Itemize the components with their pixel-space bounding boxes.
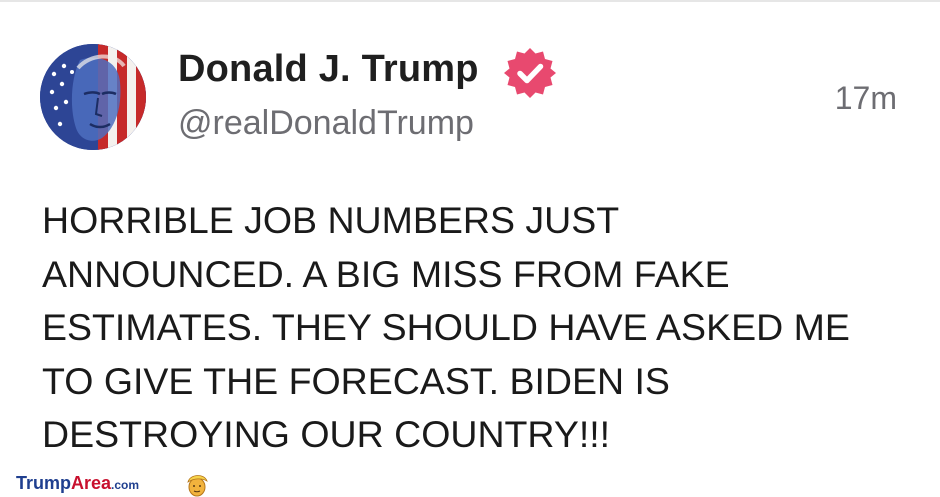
post-text-line: DESTROYING OUR COUNTRY!!! [42, 413, 611, 455]
post-text: HORRIBLE JOB NUMBERS JUST ANNOUNCED. A B… [42, 194, 922, 462]
watermark-face-icon [184, 473, 210, 497]
verified-badge-icon [503, 46, 557, 100]
post-timestamp[interactable]: 17m [835, 80, 897, 117]
post-text-line: ANNOUNCED. A BIG MISS FROM FAKE [42, 252, 730, 295]
post-text-line: HORRIBLE JOB NUMBERS JUST [42, 199, 620, 241]
watermark-com: .com [111, 478, 140, 492]
display-name[interactable]: Donald J. Trump [178, 48, 479, 91]
top-divider [0, 0, 940, 2]
post-text-line: TO GIVE THE FORECAST. BIDEN IS [42, 359, 670, 402]
avatar-image [40, 44, 146, 150]
watermark-trump: Trump [16, 473, 72, 493]
profile-avatar[interactable] [40, 44, 146, 150]
user-handle[interactable]: @realDonaldTrump [178, 104, 474, 143]
site-watermark: TrumpArea.com [16, 473, 139, 497]
watermark-area: Area [71, 473, 112, 493]
post-text-line: ESTIMATES. THEY SHOULD HAVE ASKED ME [42, 306, 850, 348]
